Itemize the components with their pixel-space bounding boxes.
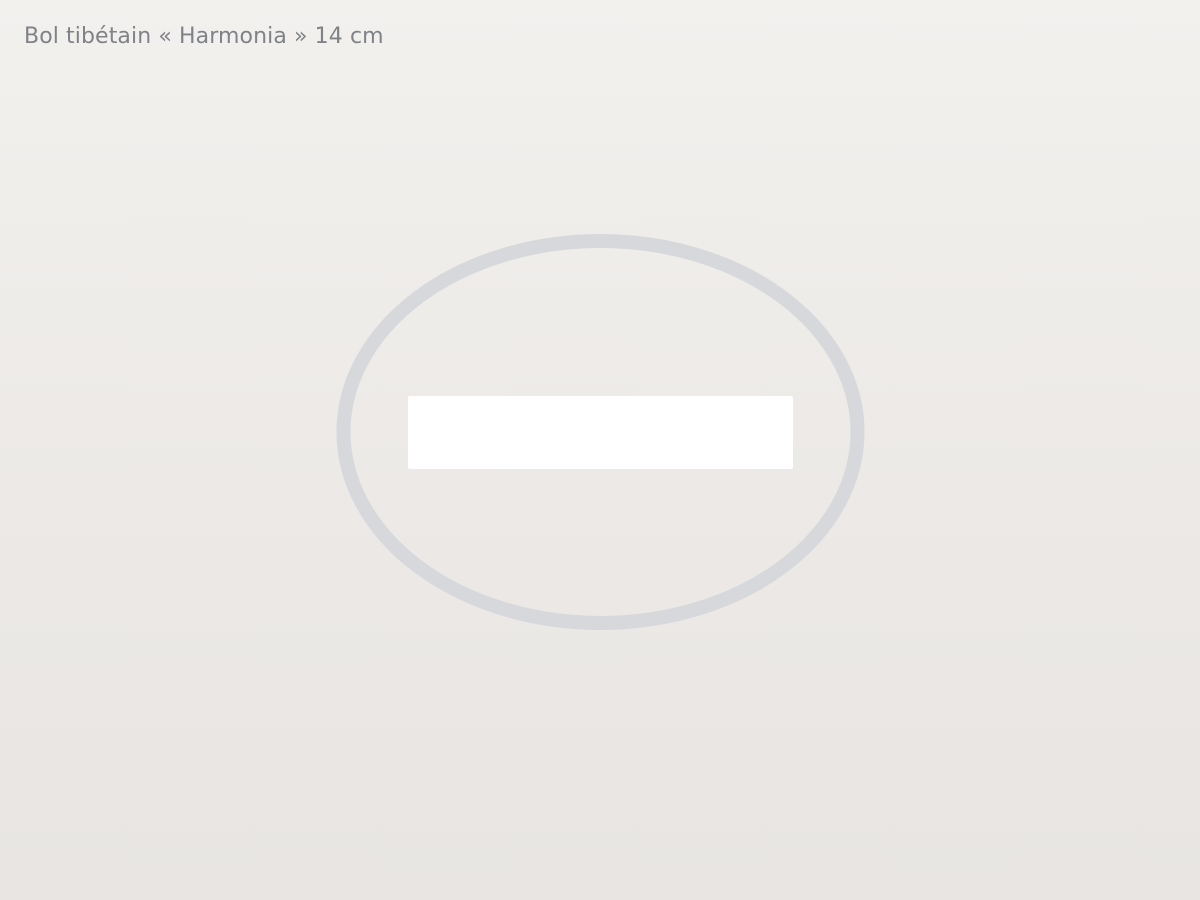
image-label-placeholder [408, 396, 793, 469]
product-title: Bol tibétain « Harmonia » 14 cm [24, 24, 384, 49]
product-image-viewer: Bol tibétain « Harmonia » 14 cm [0, 0, 1200, 900]
